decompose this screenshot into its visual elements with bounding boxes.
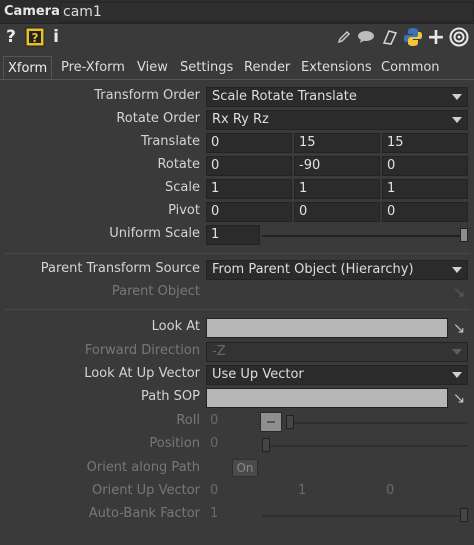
edit-icon[interactable]	[334, 26, 354, 48]
roll-label: Roll	[176, 413, 200, 428]
auto-bank-factor-slider-handle[interactable]	[460, 508, 468, 522]
orient-up-vector-label: Orient Up Vector	[92, 483, 200, 498]
translate-label: Translate	[140, 134, 200, 149]
uniform-scale-slider-handle[interactable]	[460, 228, 468, 242]
parent-object-label: Parent Object	[111, 284, 200, 299]
parameter-toolbar: ? ? i +	[0, 24, 474, 50]
forward-direction-menu[interactable]: -Z	[206, 342, 468, 362]
section-divider	[4, 309, 470, 310]
chevron-down-icon	[452, 372, 462, 378]
look-at-up-vector-menu[interactable]: Use Up Vector	[206, 365, 468, 385]
forward-direction-value: -Z	[212, 344, 226, 359]
transform-order-value: Scale Rotate Translate	[212, 89, 357, 104]
tab-view[interactable]: View	[133, 56, 172, 80]
pivot-y-field[interactable]: 0	[294, 202, 380, 222]
parent-transform-source-label: Parent Transform Source	[40, 261, 200, 276]
orient-along-path-toggle[interactable]: On	[232, 459, 258, 477]
scale-x-field[interactable]: 1	[206, 179, 292, 199]
auto-bank-factor-slider-track[interactable]	[262, 515, 468, 517]
tab-render[interactable]: Render	[240, 56, 294, 80]
uniform-scale-field[interactable]: 1	[206, 225, 260, 245]
operator-header: Camera cam1	[0, 0, 474, 24]
bookmark-icon[interactable]	[380, 26, 400, 48]
roll-value[interactable]: 0	[210, 413, 218, 428]
tab-pre-xform[interactable]: Pre-Xform	[57, 56, 129, 80]
uniform-scale-slider-track[interactable]	[262, 235, 468, 237]
tab-common[interactable]: Common	[377, 56, 444, 80]
parent-transform-source-value: From Parent Object (Hierarchy)	[212, 262, 414, 277]
rotate-order-value: Rx Ry Rz	[212, 112, 269, 127]
auto-bank-factor-label: Auto-Bank Factor	[88, 506, 200, 521]
python-icon[interactable]	[402, 26, 424, 48]
rotate-order-label: Rotate Order	[116, 111, 200, 126]
dash-icon	[267, 421, 275, 423]
tab-settings[interactable]: Settings	[176, 56, 237, 80]
position-value[interactable]: 0	[210, 436, 218, 451]
look-at-label: Look At	[151, 319, 200, 334]
rotate-y-field[interactable]: -90	[294, 156, 380, 176]
uniform-scale-label: Uniform Scale	[109, 226, 200, 241]
rotate-x-field[interactable]: 0	[206, 156, 292, 176]
look-at-up-vector-label: Look At Up Vector	[84, 366, 200, 381]
translate-y-field[interactable]: 15	[294, 133, 380, 153]
help-icon[interactable]: ?	[4, 26, 18, 48]
orient-up-vector-x[interactable]: 0	[210, 483, 218, 498]
target-icon[interactable]	[448, 26, 470, 48]
roll-slider-handle-secondary[interactable]	[286, 415, 294, 429]
rotate-label: Rotate	[157, 157, 200, 172]
add-icon[interactable]: +	[426, 25, 446, 50]
orient-up-vector-z[interactable]: 0	[386, 483, 394, 498]
translate-x-field[interactable]: 0	[206, 133, 292, 153]
svg-text:?: ?	[32, 31, 39, 45]
orient-along-path-label: Orient along Path	[86, 460, 200, 475]
comment-icon[interactable]	[356, 26, 376, 48]
operator-name-field[interactable]: cam1	[60, 2, 474, 22]
roll-slider-handle[interactable]	[260, 412, 282, 432]
xform-parameters: Transform Order Scale Rotate Translate R…	[4, 82, 470, 545]
transform-order-menu[interactable]: Scale Rotate Translate	[206, 87, 468, 107]
pivot-x-field[interactable]: 0	[206, 202, 292, 222]
parameter-tabs: Xform Pre-Xform View Settings Render Ext…	[0, 56, 474, 80]
translate-z-field[interactable]: 15	[382, 133, 468, 153]
position-label: Position	[149, 436, 200, 451]
info-icon[interactable]: i	[50, 26, 62, 48]
chevron-down-icon	[452, 349, 462, 355]
path-sop-field[interactable]	[206, 388, 448, 408]
tab-divider	[0, 79, 474, 80]
parent-transform-source-menu[interactable]: From Parent Object (Hierarchy)	[206, 260, 468, 280]
node-reference-arrow-icon[interactable]: ↘	[450, 319, 468, 337]
position-slider-track[interactable]	[270, 445, 468, 447]
look-at-up-vector-value: Use Up Vector	[212, 367, 304, 382]
scale-y-field[interactable]: 1	[294, 179, 380, 199]
path-sop-label: Path SOP	[140, 389, 200, 404]
roll-slider-track[interactable]	[294, 422, 468, 424]
auto-bank-factor-value[interactable]: 1	[210, 506, 218, 521]
forward-direction-label: Forward Direction	[84, 343, 200, 358]
rotate-order-menu[interactable]: Rx Ry Rz	[206, 110, 468, 130]
chevron-down-icon	[452, 117, 462, 123]
tab-extensions[interactable]: Extensions	[297, 56, 376, 80]
look-at-field[interactable]	[206, 318, 448, 338]
section-divider	[4, 253, 470, 254]
chevron-down-icon	[452, 267, 462, 273]
transform-order-label: Transform Order	[94, 88, 200, 103]
tab-xform[interactable]: Xform	[3, 56, 53, 80]
operator-type-label: Camera	[4, 4, 60, 19]
scale-label: Scale	[165, 180, 200, 195]
rotate-z-field[interactable]: 0	[382, 156, 468, 176]
position-slider-handle[interactable]	[262, 438, 270, 452]
help-wiki-icon[interactable]: ?	[24, 26, 46, 48]
pivot-label: Pivot	[168, 203, 200, 218]
node-reference-arrow-icon[interactable]: ↘	[450, 389, 468, 407]
node-reference-arrow-icon[interactable]: ↘	[450, 283, 468, 301]
scale-z-field[interactable]: 1	[382, 179, 468, 199]
orient-up-vector-y[interactable]: 1	[298, 483, 306, 498]
chevron-down-icon	[452, 94, 462, 100]
pivot-z-field[interactable]: 0	[382, 202, 468, 222]
